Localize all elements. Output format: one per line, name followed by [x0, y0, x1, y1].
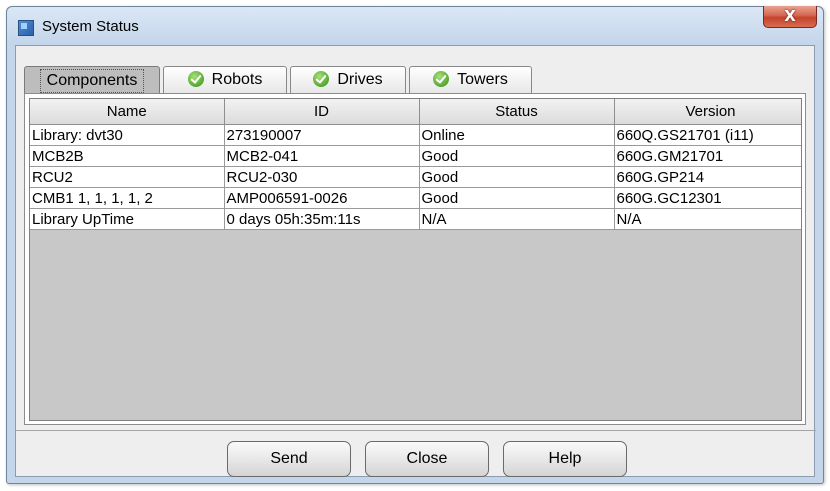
send-button[interactable]: Send [227, 441, 351, 477]
table-row[interactable]: Library UpTime 0 days 05h:35m:11s N/A N/… [30, 208, 801, 230]
cell-id: MCB2-041 [224, 145, 420, 167]
cell-id: AMP006591-0026 [224, 187, 420, 209]
close-icon: X [784, 7, 796, 25]
cell-status: Good [419, 145, 615, 167]
close-button[interactable]: Close [365, 441, 489, 477]
system-status-window: System Status X Components Robots Drives… [6, 6, 824, 484]
cell-id: 273190007 [224, 124, 420, 146]
cell-status: Good [419, 166, 615, 188]
cell-name: MCB2B [30, 145, 225, 167]
cell-version: 660G.GM21701 [614, 145, 801, 167]
title-bar[interactable]: System Status X [7, 6, 823, 45]
window-title: System Status [42, 18, 139, 35]
app-icon [18, 20, 34, 36]
cell-name: RCU2 [30, 166, 225, 188]
check-circle-icon [433, 71, 450, 87]
cell-name: CMB1 1, 1, 1, 1, 2 [30, 187, 225, 209]
tab-towers[interactable]: Towers [409, 66, 532, 94]
components-table: Name ID Status Version Library: dvt30 27… [30, 99, 801, 230]
column-header-id[interactable]: ID [224, 99, 420, 125]
components-panel: Name ID Status Version Library: dvt30 27… [24, 93, 806, 425]
cell-status: Good [419, 187, 615, 209]
tab-drives[interactable]: Drives [290, 66, 406, 94]
cell-name: Library: dvt30 [30, 124, 225, 146]
table-row[interactable]: CMB1 1, 1, 1, 1, 2 AMP006591-0026 Good 6… [30, 187, 801, 209]
column-header-name[interactable]: Name [30, 99, 225, 125]
tab-label: Towers [457, 71, 508, 88]
tab-label: Robots [211, 71, 263, 88]
column-header-version[interactable]: Version [614, 99, 801, 125]
components-table-area[interactable]: Name ID Status Version Library: dvt30 27… [29, 98, 802, 421]
cell-status: Online [419, 124, 615, 146]
tab-components[interactable]: Components [24, 66, 160, 94]
window-close-button[interactable]: X [763, 6, 817, 28]
table-row[interactable]: Library: dvt30 273190007 Online 660Q.GS2… [30, 124, 801, 146]
table-header-row: Name ID Status Version [30, 99, 801, 125]
cell-version: 660G.GP214 [614, 166, 801, 188]
cell-version: N/A [614, 208, 801, 230]
cell-version: 660Q.GS21701 (i11) [614, 124, 801, 146]
button-bar: Send Close Help [16, 430, 816, 477]
cell-id: 0 days 05h:35m:11s [224, 208, 420, 230]
column-header-status[interactable]: Status [419, 99, 615, 125]
help-button[interactable]: Help [503, 441, 627, 477]
cell-name: Library UpTime [30, 208, 225, 230]
table-row[interactable]: RCU2 RCU2-030 Good 660G.GP214 [30, 166, 801, 188]
cell-status: N/A [419, 208, 615, 230]
tab-robots[interactable]: Robots [163, 66, 287, 94]
cell-id: RCU2-030 [224, 166, 420, 188]
tab-label: Components [39, 69, 145, 93]
cell-version: 660G.GC12301 [614, 187, 801, 209]
table-row[interactable]: MCB2B MCB2-041 Good 660G.GM21701 [30, 145, 801, 167]
dialog-body: Components Robots Drives Towers Name ID … [15, 45, 816, 477]
check-circle-icon [187, 71, 204, 87]
check-circle-icon [313, 71, 330, 87]
tab-label: Drives [337, 71, 383, 88]
